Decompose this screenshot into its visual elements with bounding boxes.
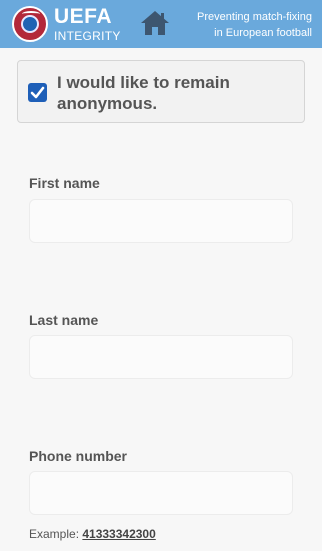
- phone-number-label: Phone number: [29, 448, 128, 464]
- checkmark-icon: [30, 86, 45, 99]
- brand-title: UEFA: [54, 5, 113, 28]
- home-icon[interactable]: [140, 9, 170, 37]
- first-name-label: First name: [29, 175, 100, 191]
- uefa-logo-icon[interactable]: [12, 6, 48, 42]
- example-phone-link[interactable]: 41333342300: [82, 527, 155, 541]
- tagline-line-2: in European football: [214, 27, 312, 39]
- last-name-label: Last name: [29, 312, 99, 328]
- phone-number-field[interactable]: [29, 471, 293, 515]
- anonymous-option[interactable]: I would like to remain anonymous.: [17, 60, 305, 123]
- brand-subtitle: INTEGRITY: [54, 29, 121, 43]
- phone-example-hint: Example: 41333342300: [29, 527, 156, 541]
- tagline: Preventing match-fixing in European foot…: [172, 9, 312, 41]
- anonymous-label: I would like to remain anonymous.: [57, 73, 230, 113]
- first-name-field[interactable]: [29, 199, 293, 243]
- anonymous-checkbox[interactable]: [28, 83, 47, 102]
- app-header: UEFA INTEGRITY Preventing match-fixing i…: [0, 0, 322, 48]
- example-prefix: Example:: [29, 527, 83, 541]
- last-name-field[interactable]: [29, 335, 293, 379]
- tagline-line-1: Preventing match-fixing: [197, 11, 312, 23]
